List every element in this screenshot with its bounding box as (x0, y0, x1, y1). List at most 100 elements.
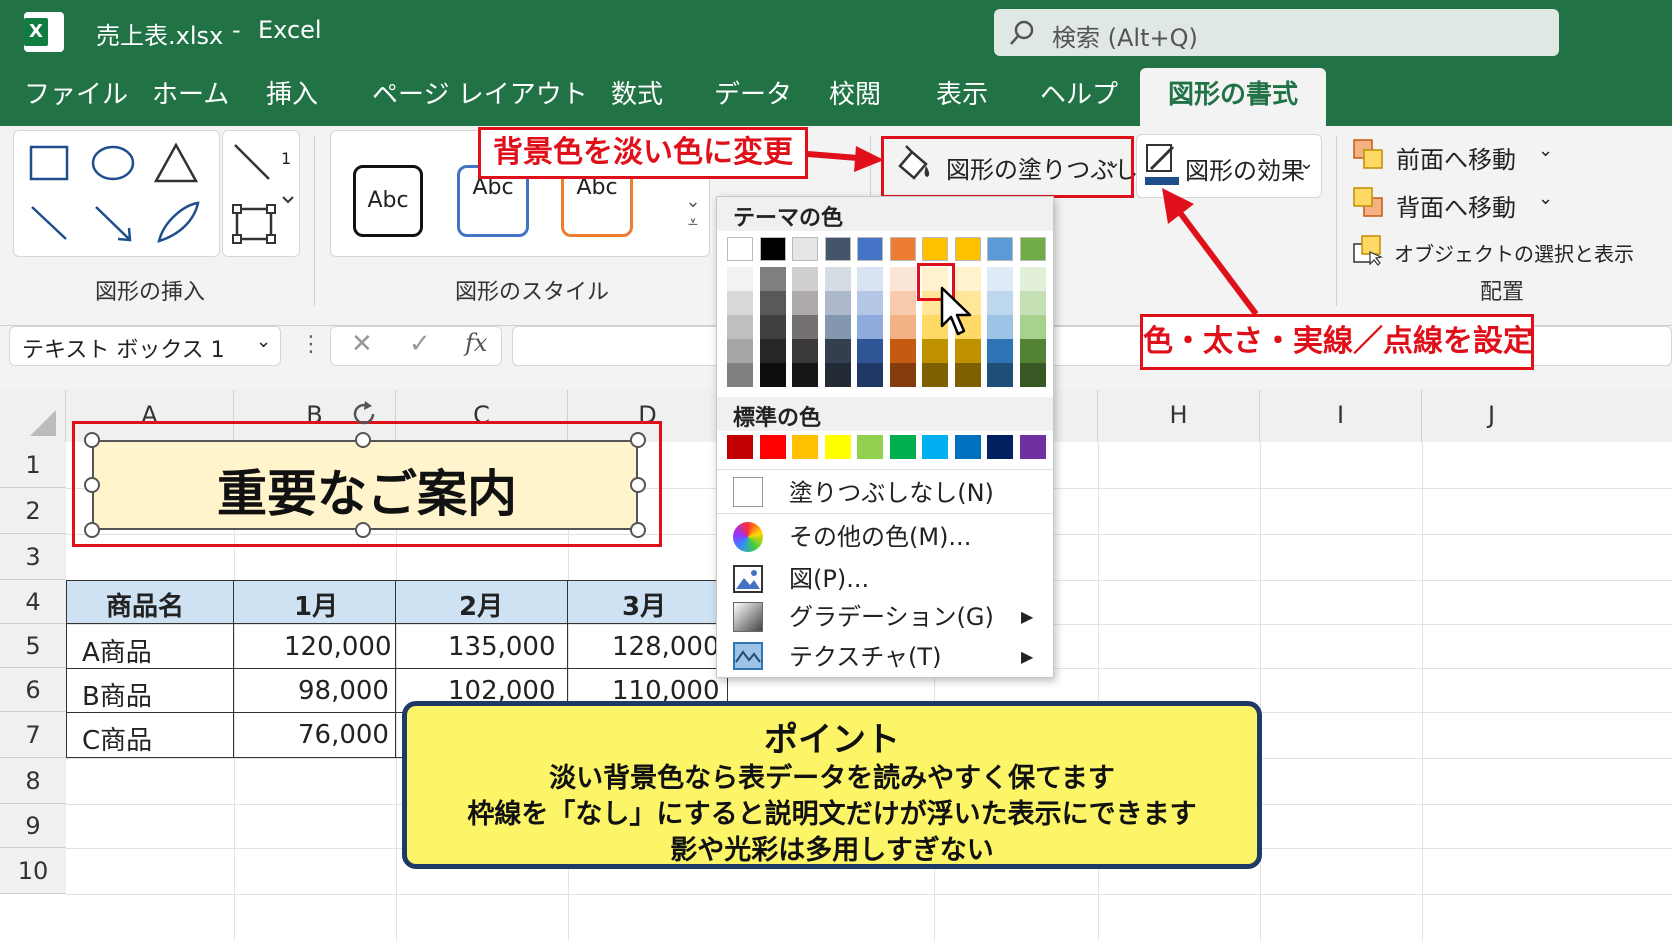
tab-page-layout[interactable]: ページ レイアウト (372, 68, 588, 126)
enter-icon[interactable]: ✓ (409, 329, 431, 359)
row-header-9[interactable]: 9 (0, 804, 66, 848)
resize-handle[interactable] (355, 432, 371, 448)
standard-color-swatch[interactable] (825, 435, 851, 459)
table-header-cell[interactable]: 1月 (294, 586, 338, 623)
row-header-6[interactable]: 6 (0, 668, 66, 712)
theme-color-swatch[interactable] (955, 237, 981, 261)
theme-tint-swatch[interactable] (792, 267, 818, 291)
theme-tint-swatch[interactable] (955, 363, 981, 387)
row-header-1[interactable]: 1 (0, 442, 66, 488)
no-fill-item[interactable]: 塗りつぶしなし(N) (717, 471, 1065, 515)
theme-color-swatch[interactable] (825, 237, 851, 261)
selection-pane-button[interactable]: オブジェクトの選択と表示 (1352, 230, 1634, 272)
theme-tint-swatch[interactable] (727, 339, 753, 363)
table-cell[interactable]: 98,000 (298, 676, 389, 706)
theme-tint-swatch[interactable] (825, 267, 851, 291)
standard-color-swatch[interactable] (727, 435, 753, 459)
select-all-corner[interactable] (0, 390, 66, 442)
search-box[interactable]: 検索 (Alt+Q) (994, 9, 1559, 56)
table-cell[interactable]: C商品 (82, 720, 152, 757)
standard-color-swatch[interactable] (955, 435, 981, 459)
theme-color-swatch[interactable] (760, 237, 786, 261)
column-header-i[interactable]: I (1260, 390, 1422, 442)
theme-tint-swatch[interactable] (727, 291, 753, 315)
theme-color-swatch[interactable] (727, 237, 753, 261)
edit-shape-panel[interactable]: 1 (222, 130, 300, 257)
theme-tint-swatch[interactable] (987, 267, 1013, 291)
theme-tint-swatch[interactable] (987, 291, 1013, 315)
theme-tint-swatch[interactable] (922, 363, 948, 387)
tab-review[interactable]: 校閲 (829, 68, 881, 126)
row-header-8[interactable]: 8 (0, 758, 66, 804)
theme-tint-swatch[interactable] (825, 339, 851, 363)
theme-tint-swatch[interactable] (1020, 267, 1046, 291)
standard-color-swatch[interactable] (857, 435, 883, 459)
theme-tint-swatch[interactable] (987, 339, 1013, 363)
tab-view[interactable]: 表示 (936, 68, 988, 126)
tab-file[interactable]: ファイル (24, 68, 128, 126)
more-options-icon[interactable]: ⋮ (300, 332, 322, 357)
theme-tint-swatch[interactable] (1020, 315, 1046, 339)
insert-function-button[interactable]: fx (465, 329, 487, 357)
theme-color-swatch[interactable] (857, 237, 883, 261)
table-cell[interactable]: A商品 (82, 632, 152, 669)
row-header-5[interactable]: 5 (0, 624, 66, 668)
table-header-cell[interactable]: 2月 (459, 586, 503, 623)
theme-tint-swatch[interactable] (890, 315, 916, 339)
theme-tint-swatch[interactable] (955, 339, 981, 363)
table-cell[interactable]: 120,000 (284, 632, 392, 662)
theme-tint-swatch[interactable] (890, 363, 916, 387)
style-gallery-scroll[interactable]: ⌄ ⩡ (683, 191, 703, 251)
standard-color-swatch[interactable] (760, 435, 786, 459)
tab-formulas[interactable]: 数式 (611, 68, 663, 126)
theme-tint-swatch[interactable] (792, 339, 818, 363)
theme-tint-swatch[interactable] (890, 267, 916, 291)
name-box[interactable]: テキスト ボックス 1 ⌄ (9, 326, 281, 366)
theme-tint-swatch[interactable] (857, 339, 883, 363)
style-sample-black[interactable]: Abc (353, 165, 423, 237)
standard-color-swatch[interactable] (792, 435, 818, 459)
tab-data[interactable]: データ (714, 68, 792, 126)
theme-tint-swatch[interactable] (760, 363, 786, 387)
tab-home[interactable]: ホーム (152, 68, 229, 126)
bring-forward-button[interactable]: 前面へ移動 ⌄ (1352, 134, 1562, 176)
theme-tint-swatch[interactable] (857, 291, 883, 315)
tab-insert[interactable]: 挿入 (266, 68, 318, 126)
theme-color-swatch[interactable] (1020, 237, 1046, 261)
theme-tint-swatch[interactable] (760, 291, 786, 315)
theme-tint-swatch[interactable] (857, 315, 883, 339)
row-header-7[interactable]: 7 (0, 712, 66, 758)
theme-color-swatch[interactable] (987, 237, 1013, 261)
table-cell[interactable]: 135,000 (448, 632, 556, 662)
resize-handle[interactable] (84, 522, 100, 538)
more-colors-item[interactable]: その他の色(M)... (717, 515, 1065, 559)
send-backward-button[interactable]: 背面へ移動 ⌄ (1352, 182, 1562, 224)
tab-shape-format[interactable]: 図形の書式 (1140, 68, 1327, 126)
theme-tint-swatch[interactable] (727, 315, 753, 339)
theme-tint-swatch[interactable] (987, 315, 1013, 339)
theme-tint-swatch[interactable] (825, 363, 851, 387)
theme-color-swatch[interactable] (890, 237, 916, 261)
theme-tint-swatch[interactable] (760, 315, 786, 339)
standard-color-swatch[interactable] (1020, 435, 1046, 459)
theme-tint-swatch[interactable] (890, 291, 916, 315)
theme-tint-swatch[interactable] (792, 315, 818, 339)
gradient-fill-item[interactable]: グラデーション(G) ▶ (717, 595, 1065, 639)
resize-handle[interactable] (630, 432, 646, 448)
tab-help[interactable]: ヘルプ (1040, 68, 1118, 126)
theme-tint-swatch[interactable] (987, 363, 1013, 387)
shape-gallery[interactable] (13, 130, 220, 257)
theme-tint-swatch[interactable] (1020, 291, 1046, 315)
cancel-icon[interactable]: ✕ (351, 329, 373, 359)
theme-color-swatch[interactable] (922, 237, 948, 261)
theme-tint-swatch[interactable] (1020, 339, 1046, 363)
standard-color-swatch[interactable] (987, 435, 1013, 459)
table-cell[interactable]: B商品 (82, 676, 152, 713)
row-header-2[interactable]: 2 (0, 488, 66, 534)
column-header-j[interactable]: J (1422, 390, 1672, 442)
theme-tint-swatch[interactable] (760, 267, 786, 291)
standard-color-swatch[interactable] (922, 435, 948, 459)
theme-tint-swatch[interactable] (825, 315, 851, 339)
theme-tint-swatch[interactable] (922, 339, 948, 363)
table-cell[interactable]: 76,000 (298, 720, 389, 750)
